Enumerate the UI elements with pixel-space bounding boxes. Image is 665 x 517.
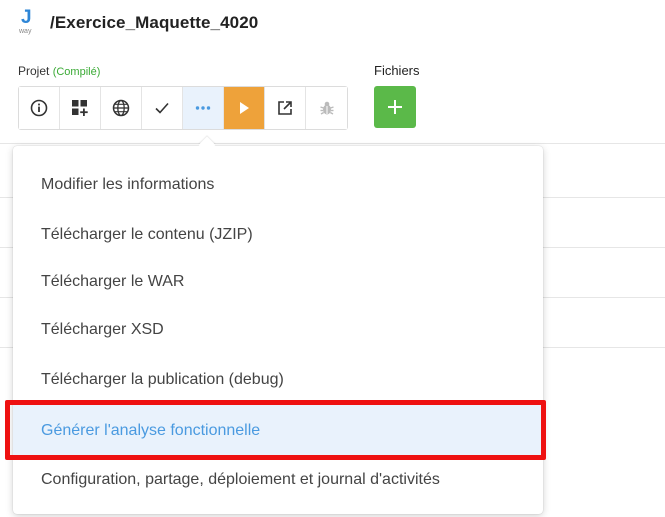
bug-icon (319, 101, 334, 115)
globe-button[interactable] (101, 87, 142, 129)
menu-item-telecharger-xsd[interactable]: Télécharger XSD (13, 311, 543, 349)
menu-item-configuration[interactable]: Configuration, partage, déploiement et j… (13, 461, 543, 499)
menu-item-telecharger-publication[interactable]: Télécharger la publication (debug) (13, 361, 543, 399)
checkmark-icon (155, 102, 169, 114)
header: J way /Exercice_Maquette_4020 (18, 6, 258, 40)
logo-subtext: way (19, 28, 32, 35)
add-widget-button[interactable] (60, 87, 101, 129)
run-button[interactable] (224, 87, 265, 129)
plus-icon (388, 100, 402, 114)
logo-letter: J (21, 7, 32, 28)
dropdown-caret (198, 136, 216, 154)
app-logo[interactable]: J way (18, 8, 40, 38)
fichiers-label: Fichiers (374, 63, 420, 78)
more-actions-dropdown: Modifier les informations Télécharger le… (13, 136, 543, 514)
page: J way /Exercice_Maquette_4020 Projet (Co… (0, 0, 665, 517)
open-external-button[interactable] (265, 87, 306, 129)
menu-item-telecharger-contenu[interactable]: Télécharger le contenu (JZIP) (13, 216, 543, 254)
globe-icon (112, 99, 130, 117)
projet-label-text: Projet (18, 64, 50, 78)
info-icon (30, 99, 48, 117)
play-icon (240, 102, 249, 114)
compiled-status: (Compilé) (52, 66, 101, 78)
list-separator (0, 143, 665, 144)
more-icon (195, 106, 211, 110)
info-button[interactable] (19, 87, 60, 129)
menu-item-modifier-informations[interactable]: Modifier les informations (13, 166, 543, 204)
menu-item-telecharger-war[interactable]: Télécharger le WAR (13, 263, 543, 301)
add-file-button[interactable] (374, 86, 416, 128)
menu-item-generer-analyse[interactable]: Générer l'analyse fonctionnelle (13, 404, 543, 457)
debug-button[interactable] (306, 87, 347, 129)
validate-button[interactable] (142, 87, 183, 129)
open-external-icon (278, 101, 292, 115)
add-widget-icon (72, 100, 88, 116)
project-title: /Exercice_Maquette_4020 (50, 13, 259, 32)
more-button[interactable] (183, 87, 224, 129)
projet-label: Projet (Compilé) (18, 64, 100, 78)
project-toolbar (18, 86, 348, 130)
